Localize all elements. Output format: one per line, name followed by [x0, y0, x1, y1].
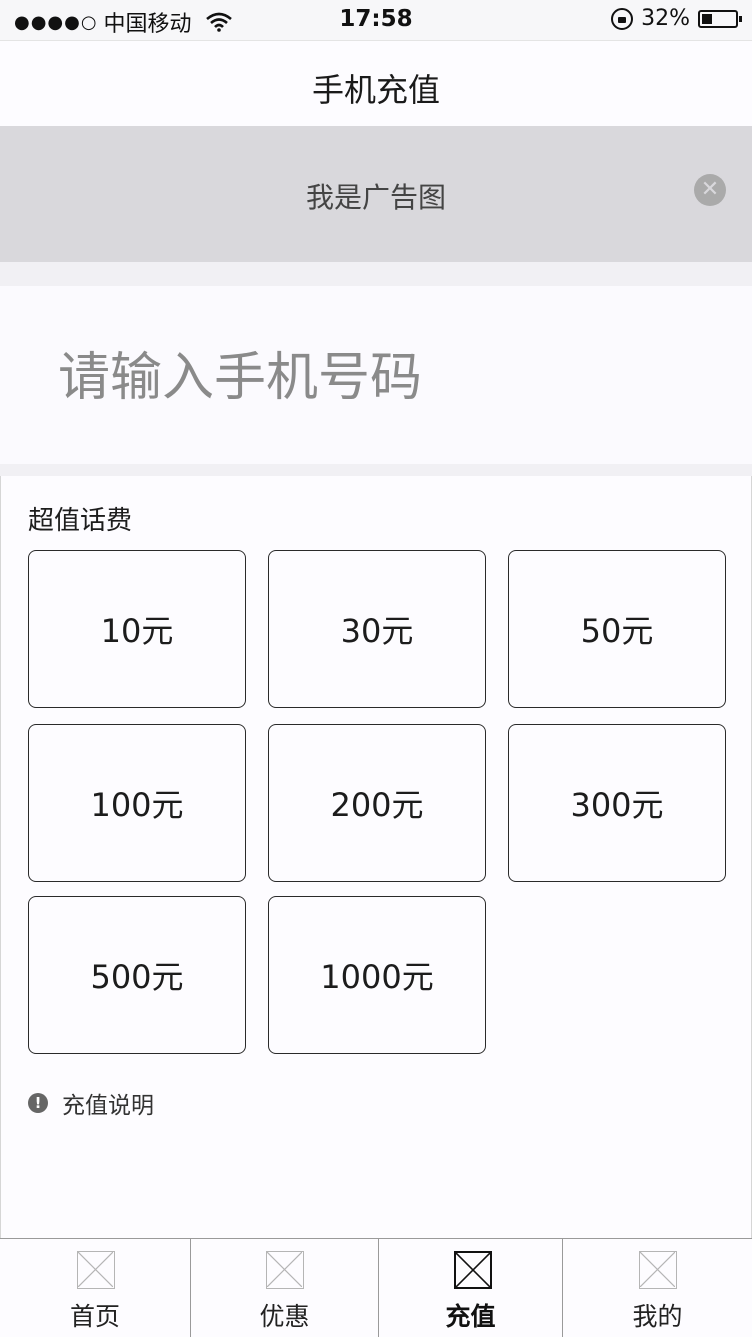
amount-button-200[interactable]: 200元 [268, 724, 486, 882]
section-title: 超值话费 [28, 506, 133, 536]
recharge-notice-label: 充值说明 [62, 1093, 154, 1119]
placeholder-image-icon [639, 1251, 677, 1289]
divider [0, 464, 752, 476]
tab-recharge[interactable]: 充值 [378, 1239, 562, 1337]
placeholder-image-icon [77, 1251, 115, 1289]
status-bar: ●●●●○ 中国移动 17:58 32% [0, 0, 752, 40]
tab-label-home: 首页 [69, 1302, 120, 1331]
tab-label-recharge: 充值 [445, 1302, 496, 1331]
status-right: 32% [611, 6, 742, 31]
battery-icon [698, 9, 742, 28]
page-title: 手机充值 [311, 71, 440, 109]
amount-button-10[interactable]: 10元 [28, 550, 246, 708]
battery-percent: 32% [641, 6, 690, 31]
tab-mine[interactable]: 我的 [562, 1239, 752, 1337]
info-icon: ! [28, 1093, 48, 1113]
tab-label-mine: 我的 [632, 1302, 683, 1331]
recharge-notice-link[interactable]: ! 充值说明 [28, 1086, 154, 1120]
placeholder-image-icon [266, 1251, 304, 1289]
divider [0, 262, 752, 286]
tab-bar: 首页 优惠 充值 我的 [0, 1238, 752, 1337]
phone-input-area [0, 286, 752, 464]
amount-grid: 10元 30元 50元 100元 200元 300元 500元 1000元 [28, 550, 728, 1056]
ad-text: 我是广告图 [305, 181, 446, 214]
tab-home[interactable]: 首页 [0, 1239, 190, 1337]
amount-button-50[interactable]: 50元 [508, 550, 726, 708]
amount-button-500[interactable]: 500元 [28, 896, 246, 1054]
amount-button-100[interactable]: 100元 [28, 724, 246, 882]
phone-number-input[interactable] [58, 338, 698, 418]
amount-button-300[interactable]: 300元 [508, 724, 726, 882]
close-icon[interactable]: ✕ [694, 174, 726, 206]
tab-label-discount: 优惠 [259, 1302, 310, 1331]
tab-discount[interactable]: 优惠 [190, 1239, 378, 1337]
amount-button-1000[interactable]: 1000元 [268, 896, 486, 1054]
placeholder-image-icon [454, 1251, 492, 1289]
amount-button-30[interactable]: 30元 [268, 550, 486, 708]
nav-bar: 手机充值 [0, 40, 752, 127]
ad-banner[interactable]: 我是广告图 [0, 126, 752, 262]
rotation-lock-icon [611, 7, 634, 30]
